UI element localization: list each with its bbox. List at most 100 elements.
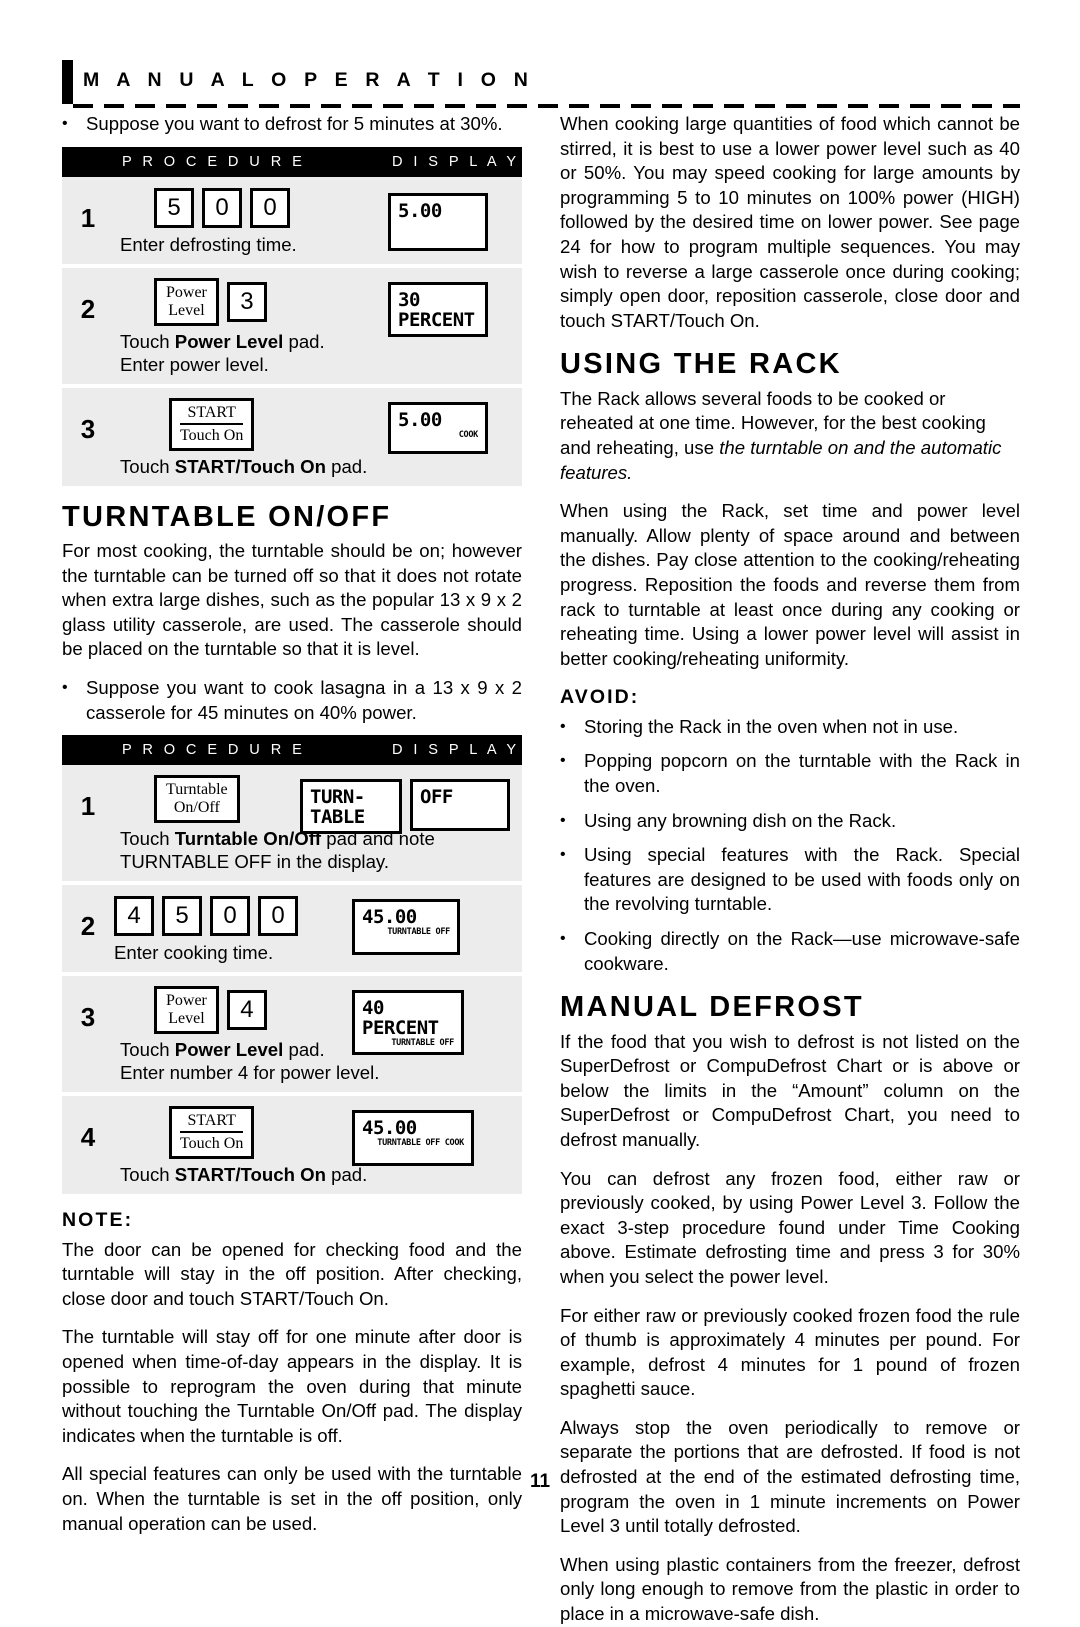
display-group: TURN- TABLE OFF bbox=[300, 779, 510, 835]
power-level-pad-line1: Power bbox=[166, 992, 207, 1010]
avoid-item-text: Cooking directly on the Rack—use microwa… bbox=[584, 927, 1020, 974]
table2-column-procedure: P R O C E D U R E bbox=[122, 742, 306, 759]
table1-column-procedure: P R O C E D U R E bbox=[122, 153, 306, 170]
lcd-status-text: COOK bbox=[458, 429, 479, 440]
right-paragraph-1: When cooking large quantities of food wh… bbox=[560, 113, 1020, 331]
defrost-paragraph-3: For either raw or previously cooked froz… bbox=[560, 1304, 1020, 1400]
bullet-icon: • bbox=[560, 929, 566, 947]
turntable-bullet: • Suppose you want to cook lasagna in a … bbox=[62, 676, 522, 725]
heading-using-the-rack: USING THE RACK bbox=[560, 348, 842, 381]
keypad-button[interactable]: 4 bbox=[114, 896, 154, 937]
power-level-pad[interactable]: Power Level bbox=[154, 277, 219, 326]
turntable-paragraph-1: For most cooking, the turntable should b… bbox=[62, 540, 522, 660]
step-number: 2 bbox=[80, 911, 96, 942]
keypad-button[interactable]: 0 bbox=[202, 187, 242, 228]
caption-bold: START/Touch On bbox=[174, 455, 326, 477]
heading-turntable-on-off: TURNTABLE ON/OFF bbox=[62, 500, 392, 533]
left-column: • Suppose you want to defrost for 5 minu… bbox=[62, 112, 522, 1536]
lcd-main-text: 5.00 bbox=[398, 408, 442, 431]
lcd-status-text: TURNTABLE OFF bbox=[387, 927, 450, 938]
caption-pre: Touch bbox=[120, 455, 175, 477]
caption-bold: Power Level bbox=[174, 330, 284, 352]
lcd-main-text: 30 PERCENT bbox=[398, 288, 475, 331]
display-group: 5.00 bbox=[388, 192, 488, 251]
lcd-main-text: 40 PERCENT bbox=[362, 997, 439, 1040]
table-row: 2 Power Level 3 Touch Power Level pad. E… bbox=[62, 267, 522, 388]
avoid-item-text: Using special features with the Rack. Sp… bbox=[584, 844, 1020, 915]
bullet-icon: • bbox=[560, 752, 566, 770]
heading-note: NOTE: bbox=[62, 1209, 134, 1232]
lcd-display: 30 PERCENT bbox=[388, 281, 488, 337]
note-paragraph-2: The turntable will stay off for one minu… bbox=[62, 1326, 522, 1446]
keypad-button[interactable]: 5 bbox=[154, 187, 194, 228]
lcd-status-text: TURNTABLE OFF COOK bbox=[377, 1138, 464, 1149]
avoid-item-text: Storing the Rack in the oven when not in… bbox=[584, 715, 959, 737]
list-item: • Using special features with the Rack. … bbox=[560, 843, 1020, 917]
intro-bullet: • Suppose you want to defrost for 5 minu… bbox=[62, 112, 522, 137]
running-head: M A N U A L O P E R A T I O N bbox=[62, 58, 1020, 108]
bullet-icon: • bbox=[560, 811, 566, 829]
table-row: 3 Power Level 4 Touch Power Level pad. E… bbox=[62, 976, 522, 1097]
power-level-pad-line1: Power bbox=[166, 283, 207, 301]
lcd-display: TURN- TABLE bbox=[300, 779, 402, 835]
table-row: 2 4 5 0 0 Enter cooking time. 45.00 TURN… bbox=[62, 885, 522, 977]
caption-pre: Touch bbox=[120, 1039, 175, 1061]
running-head-label: M A N U A L O P E R A T I O N bbox=[83, 69, 535, 91]
start-touch-on-pad[interactable]: START Touch On bbox=[169, 397, 255, 451]
keypad-group: 4 5 0 0 bbox=[114, 895, 522, 937]
power-level-pad-line2: Level bbox=[168, 1010, 205, 1028]
keypad-button[interactable]: 0 bbox=[210, 896, 250, 937]
avoid-item-text: Using any browning dish on the Rack. bbox=[584, 809, 897, 831]
keypad-button[interactable]: 3 bbox=[226, 281, 267, 322]
turntable-on-off-pad[interactable]: Turntable On/Off bbox=[154, 775, 240, 824]
lcd-display: 45.00 TURNTABLE OFF bbox=[352, 899, 460, 956]
lcd-main-text: TURN- TABLE bbox=[310, 786, 365, 829]
turntable-pad-line2: On/Off bbox=[173, 799, 220, 817]
defrost-paragraph-1: If the food that you wish to defrost is … bbox=[560, 1030, 1020, 1150]
turntable-procedure-table: P R O C E D U R E D I S P L A Y 1 Turnta… bbox=[62, 735, 522, 1195]
keypad-button[interactable]: 0 bbox=[250, 187, 290, 228]
power-level-pad[interactable]: Power Level bbox=[154, 986, 219, 1035]
display-group: 45.00 TURNTABLE OFF COOK bbox=[352, 1110, 474, 1167]
start-touch-on-pad[interactable]: START Touch On bbox=[169, 1106, 255, 1160]
step-number: 1 bbox=[80, 202, 96, 233]
running-head-bar bbox=[62, 60, 73, 104]
step-caption: Touch START/Touch On pad. bbox=[114, 451, 522, 478]
start-pad-bottom-label: Touch On bbox=[180, 426, 244, 444]
display-group: 45.00 TURNTABLE OFF bbox=[352, 899, 460, 956]
avoid-item-text: Popping popcorn on the turntable with th… bbox=[584, 750, 1020, 796]
keypad-button[interactable]: 5 bbox=[162, 896, 202, 937]
turntable-pad-line1: Turntable bbox=[166, 781, 228, 799]
keypad-button[interactable]: 4 bbox=[226, 990, 267, 1031]
power-level-pad-line2: Level bbox=[168, 301, 205, 319]
keypad-button[interactable]: 0 bbox=[258, 896, 298, 937]
display-group: 30 PERCENT bbox=[388, 281, 488, 337]
step-number: 2 bbox=[80, 293, 96, 324]
running-head-dashed-rule bbox=[73, 104, 1020, 108]
lcd-display: 45.00 TURNTABLE OFF COOK bbox=[352, 1110, 474, 1167]
lcd-status-text: TURNTABLE OFF bbox=[391, 1038, 454, 1049]
list-item: • Popping popcorn on the turntable with … bbox=[560, 749, 1020, 798]
bullet-icon: • bbox=[560, 846, 566, 864]
rack-paragraph-2: When using the Rack, set time and power … bbox=[560, 500, 1020, 669]
table1-header-row: P R O C E D U R E D I S P L A Y bbox=[62, 146, 522, 177]
table1-column-display: D I S P L A Y bbox=[392, 153, 520, 170]
lcd-display: 5.00 bbox=[388, 192, 488, 251]
table2-column-display: D I S P L A Y bbox=[392, 742, 520, 759]
defrost-paragraph-5: When using plastic containers from the f… bbox=[560, 1553, 1020, 1625]
table-row: 3 START Touch On Touch START/Touch On pa… bbox=[62, 387, 522, 486]
table-row: 1 Turntable On/Off Touch Turntable On/Of… bbox=[62, 765, 522, 886]
lcd-display-secondary: OFF bbox=[410, 779, 510, 832]
right-column: When cooking large quantities of food wh… bbox=[560, 112, 1020, 1627]
caption-pre: Touch bbox=[120, 1164, 175, 1186]
list-item: • Using any browning dish on the Rack. bbox=[560, 809, 1020, 834]
step-caption-line2: Enter number 4 for power level. bbox=[120, 1062, 380, 1084]
caption-pre: Touch bbox=[120, 828, 175, 850]
caption-post: pad. bbox=[325, 1164, 368, 1186]
bullet-icon: • bbox=[62, 115, 68, 132]
caption-post: pad. bbox=[283, 330, 325, 352]
caption-post: pad. bbox=[325, 455, 368, 477]
list-item: • Cooking directly on the Rack—use micro… bbox=[560, 927, 1020, 976]
list-item: • Storing the Rack in the oven when not … bbox=[560, 715, 1020, 740]
caption-bold: Power Level bbox=[174, 1039, 284, 1061]
